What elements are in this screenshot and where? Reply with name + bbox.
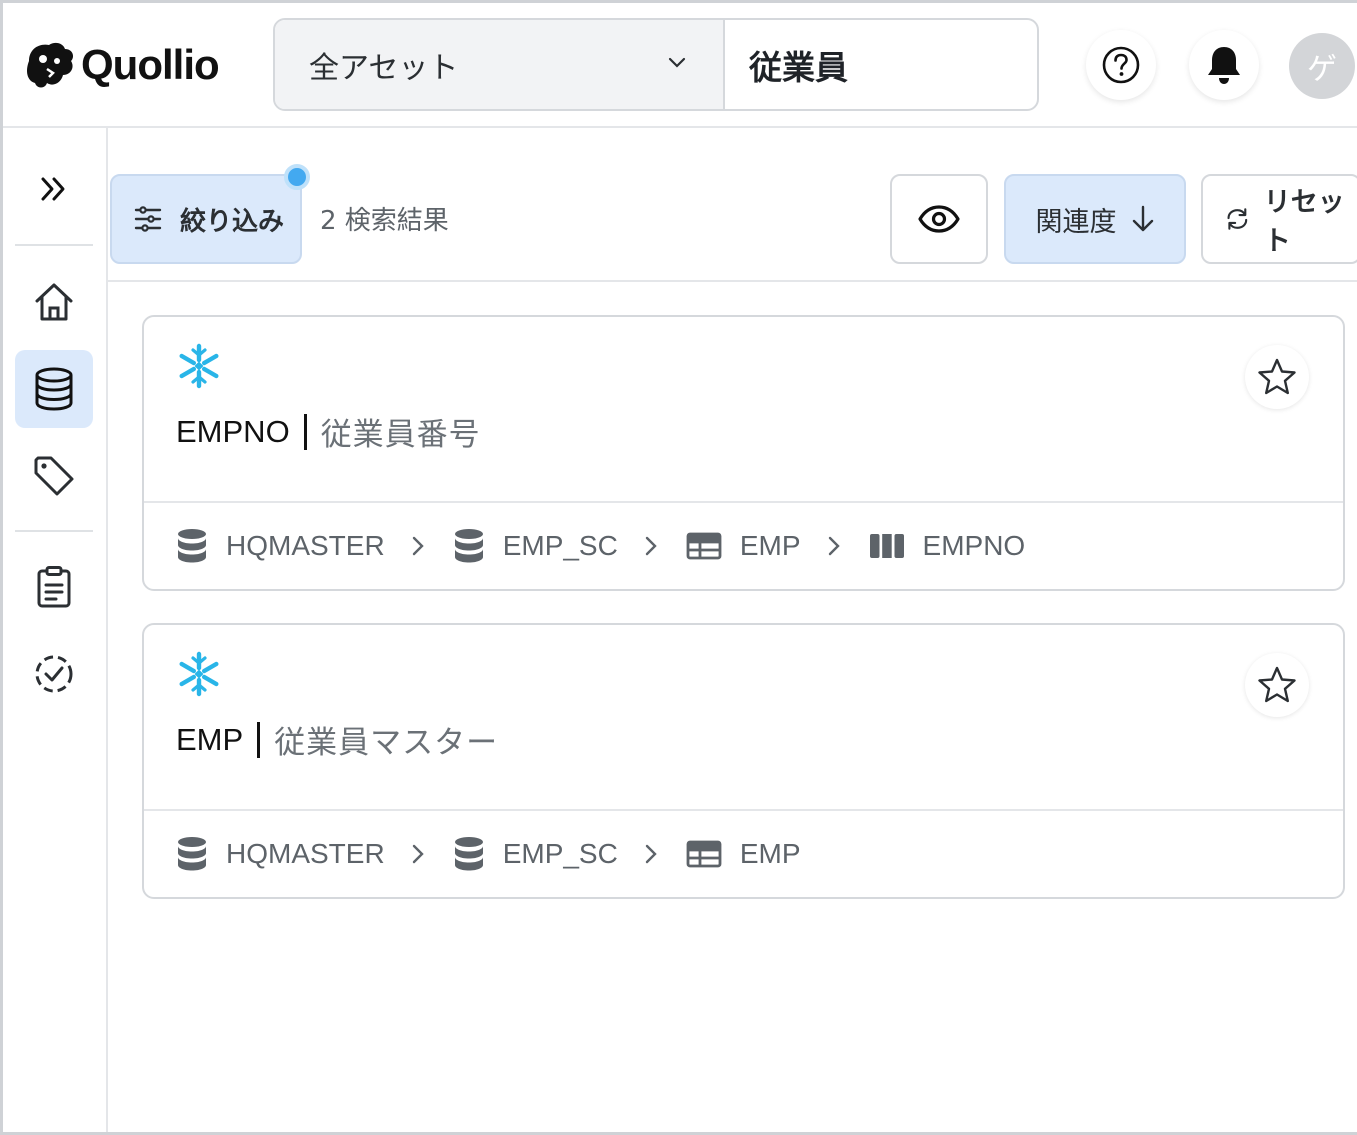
sort-relevance-button[interactable]: 関連度 — [1004, 174, 1186, 264]
result-card-header: EMP 従業員マスター — [144, 625, 1343, 811]
home-icon — [35, 283, 73, 321]
favorite-button[interactable] — [1245, 653, 1309, 717]
sliders-icon — [134, 206, 162, 232]
breadcrumb-label: EMPNO — [922, 530, 1026, 561]
result-card[interactable]: EMP 従業員マスター HQMASTER EMP_SC EMP — [142, 623, 1345, 899]
clipboard-icon — [37, 566, 71, 608]
notifications-button[interactable] — [1189, 30, 1259, 100]
refresh-icon — [1227, 208, 1248, 230]
breadcrumb-database[interactable]: HQMASTER — [176, 836, 385, 872]
breadcrumb-label: EMP_SC — [502, 530, 618, 561]
breadcrumb-schema[interactable]: EMP_SC — [453, 836, 618, 872]
results-toolbar: 絞り込み 2 検索結果 関連度 リセット — [108, 128, 1357, 282]
view-toggle-button[interactable] — [890, 174, 988, 264]
sidebar-item-assets[interactable] — [15, 350, 93, 428]
database-icon — [454, 529, 483, 563]
breadcrumb-schema[interactable]: EMP_SC — [453, 528, 618, 564]
reset-button[interactable]: リセット — [1201, 174, 1357, 264]
result-count: 2 検索結果 — [320, 206, 449, 236]
bell-icon — [1208, 47, 1240, 84]
search-input[interactable] — [749, 45, 1037, 84]
chevron-right-icon — [644, 843, 658, 865]
chevron-right-icon — [411, 843, 425, 865]
table-icon — [686, 840, 722, 868]
star-icon — [1258, 666, 1296, 703]
sidebar-item-tags[interactable] — [15, 437, 93, 515]
help-icon — [1102, 46, 1140, 84]
sidebar-item-tasks[interactable] — [15, 635, 93, 713]
snowflake-icon — [179, 343, 219, 389]
tag-icon — [34, 456, 74, 496]
asset-logical-name: 従業員マスター — [274, 725, 499, 761]
top-header: Quollio 全アセット ゲ — [3, 3, 1357, 128]
breadcrumb-table[interactable]: EMP — [686, 530, 801, 562]
breadcrumb-column[interactable]: EMPNO — [869, 530, 1026, 562]
favorite-button[interactable] — [1245, 345, 1309, 409]
sidebar-item-home[interactable] — [15, 263, 93, 341]
chevron-right-icon — [411, 535, 425, 557]
left-sidebar — [3, 128, 108, 1132]
breadcrumb-label: HQMASTER — [226, 530, 385, 561]
sort-label: 関連度 — [1035, 206, 1117, 238]
database-icon — [35, 367, 73, 411]
result-title[interactable]: EMP 従業員マスター — [176, 717, 498, 762]
title-separator — [303, 413, 307, 450]
reset-label: リセット — [1263, 187, 1345, 257]
logo-text: Quollio — [81, 41, 220, 88]
quollio-mascot-icon — [27, 42, 73, 88]
database-icon — [178, 837, 206, 871]
dashed-check-circle-icon — [35, 655, 73, 693]
sidebar-item-requests[interactable] — [15, 548, 93, 626]
filter-active-indicator — [284, 164, 310, 190]
asset-logical-name: 従業員番号 — [320, 417, 481, 453]
expand-sidebar-button[interactable] — [15, 150, 93, 228]
quollio-logo[interactable]: Quollio — [23, 39, 220, 91]
database-icon — [454, 837, 483, 871]
double-chevron-right-icon — [41, 177, 65, 201]
search-bar: 全アセット — [273, 18, 1039, 111]
breadcrumb-database[interactable]: HQMASTER — [176, 528, 385, 564]
breadcrumb-table[interactable]: EMP — [686, 838, 801, 870]
eye-icon — [918, 205, 960, 233]
asset-path-breadcrumb: HQMASTER EMP_SC EMP — [144, 811, 1343, 897]
result-title[interactable]: EMPNO 従業員番号 — [176, 409, 481, 454]
result-card-header: EMPNO 従業員番号 — [144, 317, 1343, 503]
user-avatar[interactable]: ゲ — [1289, 33, 1355, 99]
help-button[interactable] — [1086, 30, 1156, 100]
asset-scope-label: 全アセット — [309, 50, 459, 86]
table-icon — [686, 532, 722, 560]
chevron-right-icon — [827, 535, 841, 557]
breadcrumb-label: EMP — [739, 530, 801, 561]
chevron-right-icon — [644, 535, 658, 557]
breadcrumb-label: HQMASTER — [226, 838, 385, 869]
filter-label: 絞り込み — [180, 206, 285, 237]
asset-physical-name: EMP — [176, 721, 244, 757]
filter-button[interactable]: 絞り込み — [110, 174, 302, 264]
star-icon — [1258, 358, 1296, 395]
breadcrumb-label: EMP_SC — [502, 838, 618, 869]
asset-path-breadcrumb: HQMASTER EMP_SC EMP — [144, 503, 1343, 589]
snowflake-icon — [179, 651, 219, 697]
chevron-down-icon — [668, 57, 686, 68]
sidebar-divider — [15, 244, 93, 246]
asset-physical-name: EMPNO — [176, 413, 290, 449]
search-query-area — [725, 20, 1037, 109]
database-icon — [178, 529, 206, 563]
title-separator — [257, 721, 261, 758]
column-icon — [869, 534, 904, 558]
arrow-down-icon — [1132, 205, 1153, 232]
result-card[interactable]: EMPNO 従業員番号 HQMASTER EMP_SC EMP EMPNO — [142, 315, 1345, 591]
sidebar-divider — [15, 530, 93, 532]
breadcrumb-label: EMP — [739, 838, 801, 869]
asset-scope-dropdown[interactable]: 全アセット — [275, 20, 725, 109]
